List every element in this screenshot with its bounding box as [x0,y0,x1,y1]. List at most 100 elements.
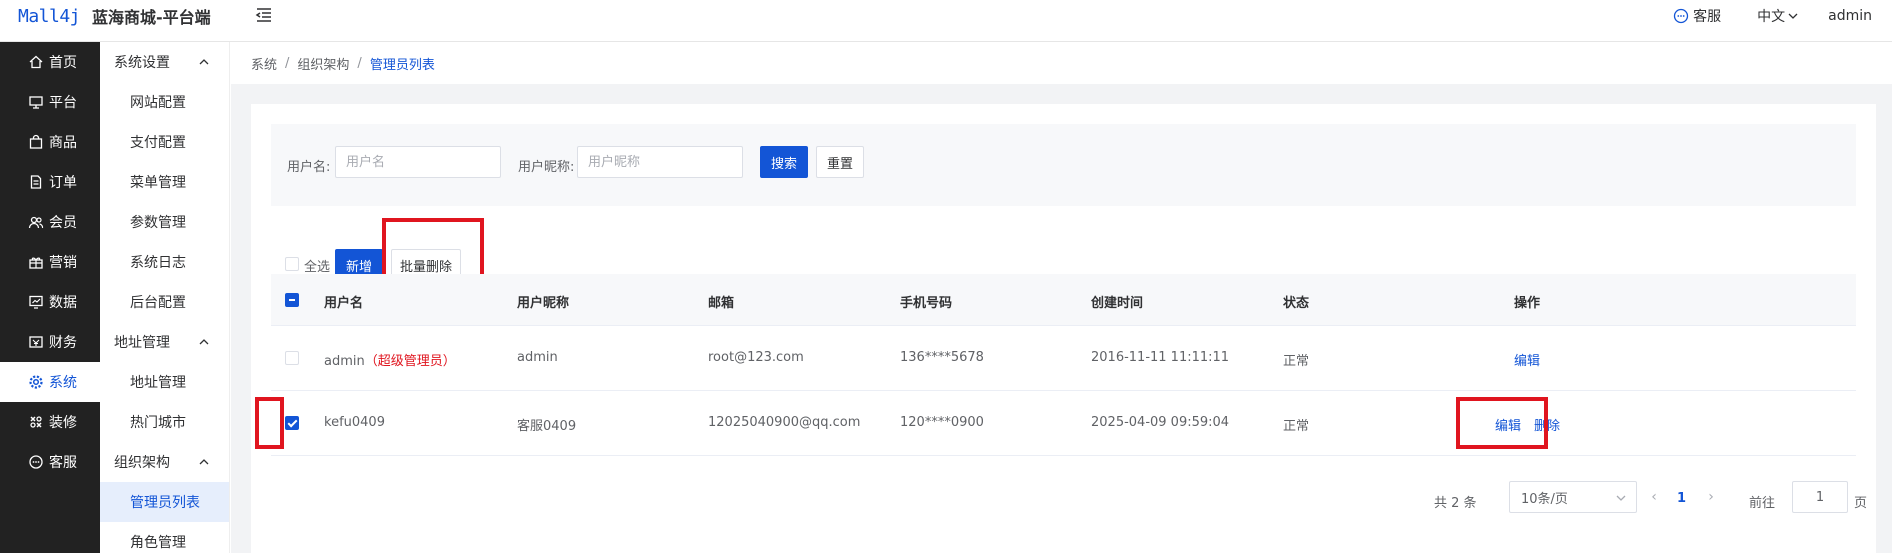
sidebar-item-monitor[interactable]: 平台 [0,82,100,122]
kefu-link[interactable]: 客服 [1673,6,1721,26]
column-email: 邮箱 [708,296,735,311]
submenu-item[interactable]: 后台配置 [100,282,229,322]
nickname-input[interactable] [577,146,743,178]
table-header: 用户名 用户昵称 邮箱 手机号码 创建时间 状态 操作 [271,274,1856,326]
row-checkbox[interactable] [285,416,299,430]
submenu-item[interactable]: 菜单管理 [100,162,229,202]
sidebar-item-label: 装修 [49,415,77,431]
breadcrumb-item-system[interactable]: 系统 [251,54,277,73]
monitor-icon [29,96,43,109]
submenu-group-label: 地址管理 [114,335,170,351]
sidebar-item-label: 订单 [49,175,77,191]
next-page-icon[interactable]: › [1701,485,1721,509]
search-button[interactable]: 搜索 [760,146,808,178]
edit-link[interactable]: 编辑 [1495,415,1521,434]
submenu-item[interactable]: 网站配置 [100,82,229,122]
breadcrumb-separator: / [357,55,362,71]
sidebar-item-home[interactable]: 首页 [0,42,100,82]
edit-link[interactable]: 编辑 [1514,350,1540,369]
logo: Mall4j 蓝海商城-平台端 [18,4,211,28]
bag-icon [29,134,43,149]
submenu-item[interactable]: 地址管理 [100,362,229,402]
cell-email: root@123.com [708,350,804,365]
column-actions: 操作 [1514,296,1541,311]
breadcrumb: 系统 / 组织架构 / 管理员列表 [231,42,1892,84]
sidebar-item-chart[interactable]: 数据 [0,282,100,322]
header-checkbox[interactable] [285,293,299,307]
username-input[interactable] [335,146,501,178]
cell-phone: 120****0900 [900,415,984,430]
column-status: 状态 [1283,296,1310,311]
secondary-sidebar: 系统设置 网站配置 支付配置 菜单管理 参数管理 系统日志 后台配置 地址管理 地址管理 热门城市… [100,42,230,553]
cell-created: 2025-04-09 09:59:04 [1091,415,1230,430]
cell-username: admin（超级管理员） [324,354,456,369]
submenu-item[interactable]: 系统日志 [100,242,229,282]
sidebar-item-chat[interactable]: 客服 [0,442,100,482]
submenu-group[interactable]: 组织架构 [100,442,229,482]
submenu-item[interactable]: 角色管理 [100,522,229,553]
breadcrumb-item-current: 管理员列表 [369,57,435,73]
menu-collapse-icon[interactable] [254,5,276,27]
submenu-group-label: 系统设置 [114,55,170,71]
breadcrumb-separator: / [285,55,290,71]
submenu-group[interactable]: 地址管理 [100,322,229,362]
row-checkbox[interactable] [285,351,299,365]
chevron-up-icon [199,59,209,65]
sidebar-item-label: 首页 [49,55,77,71]
sidebar-item-label: 营销 [49,255,77,271]
document-icon [30,175,42,189]
sidebar-item-gift[interactable]: 营销 [0,242,100,282]
submenu-group-label: 组织架构 [114,455,170,471]
logo-mark: Mall4j [18,5,81,27]
sidebar-item-bag[interactable]: 商品 [0,122,100,162]
chevron-up-icon [199,339,209,345]
select-all-checkbox[interactable] [285,257,299,271]
app-name: 蓝海商城-平台端 [92,8,211,27]
chart-icon [29,295,43,309]
sidebar-item-label: 数据 [49,295,77,311]
sidebar-item-label: 商品 [49,135,77,151]
content-card: 用户名: 用户昵称: 搜索 重置 全选 新增 批量删除 用户名 用户昵称 邮箱 … [251,104,1876,553]
wallet-icon [29,336,43,348]
home-icon [29,55,43,69]
decorate-icon [30,416,42,428]
search-panel: 用户名: 用户昵称: 搜索 重置 [271,124,1856,206]
cell-nickname: 客服0409 [517,419,577,434]
cell-email: 12025040900@qq.com [708,415,861,430]
page-suffix: 页 [1854,496,1868,511]
select-all-label[interactable]: 全选 [304,256,330,275]
sidebar-item-label: 会员 [49,215,77,231]
submenu-item[interactable]: 参数管理 [100,202,229,242]
goto-page-input[interactable] [1792,481,1848,513]
submenu-item[interactable]: 管理员列表 [100,482,229,522]
cell-phone: 136****5678 [900,350,984,365]
prev-page-icon[interactable]: ‹ [1644,485,1664,509]
language-label: 中文 [1757,9,1786,25]
username-label: 用户名: [287,160,331,175]
sidebar-item-gear[interactable]: 系统 [0,362,100,402]
chevron-down-icon [1616,495,1626,501]
breadcrumb-item-org[interactable]: 组织架构 [297,54,349,73]
gear-icon [29,375,43,389]
gift-icon [29,257,43,269]
sidebar-item-decorate[interactable]: 装修 [0,402,100,442]
sidebar-item-document[interactable]: 订单 [0,162,100,202]
submenu-item[interactable]: 支付配置 [100,122,229,162]
user-menu[interactable]: admin [1828,8,1872,24]
language-switcher[interactable]: 中文 [1757,6,1798,26]
page-number[interactable]: 1 [1677,491,1686,506]
page-size-select[interactable]: 10条/页 [1509,481,1637,513]
header-actions: 客服 中文 admin [1673,6,1872,26]
delete-link[interactable]: 删除 [1534,415,1560,434]
submenu-item[interactable]: 热门城市 [100,402,229,442]
sidebar-item-wallet[interactable]: 财务 [0,322,100,362]
reset-button[interactable]: 重置 [816,146,864,178]
sidebar-item-label: 系统 [49,375,77,391]
sidebar-item-label: 平台 [49,95,77,111]
submenu-group[interactable]: 系统设置 [100,42,229,82]
cell-created: 2016-11-11 11:11:11 [1091,350,1230,365]
chevron-down-icon [1788,13,1798,19]
sidebar-item-users[interactable]: 会员 [0,202,100,242]
chat-icon [29,455,43,469]
pagination-total: 共 2 条 [1434,496,1477,511]
